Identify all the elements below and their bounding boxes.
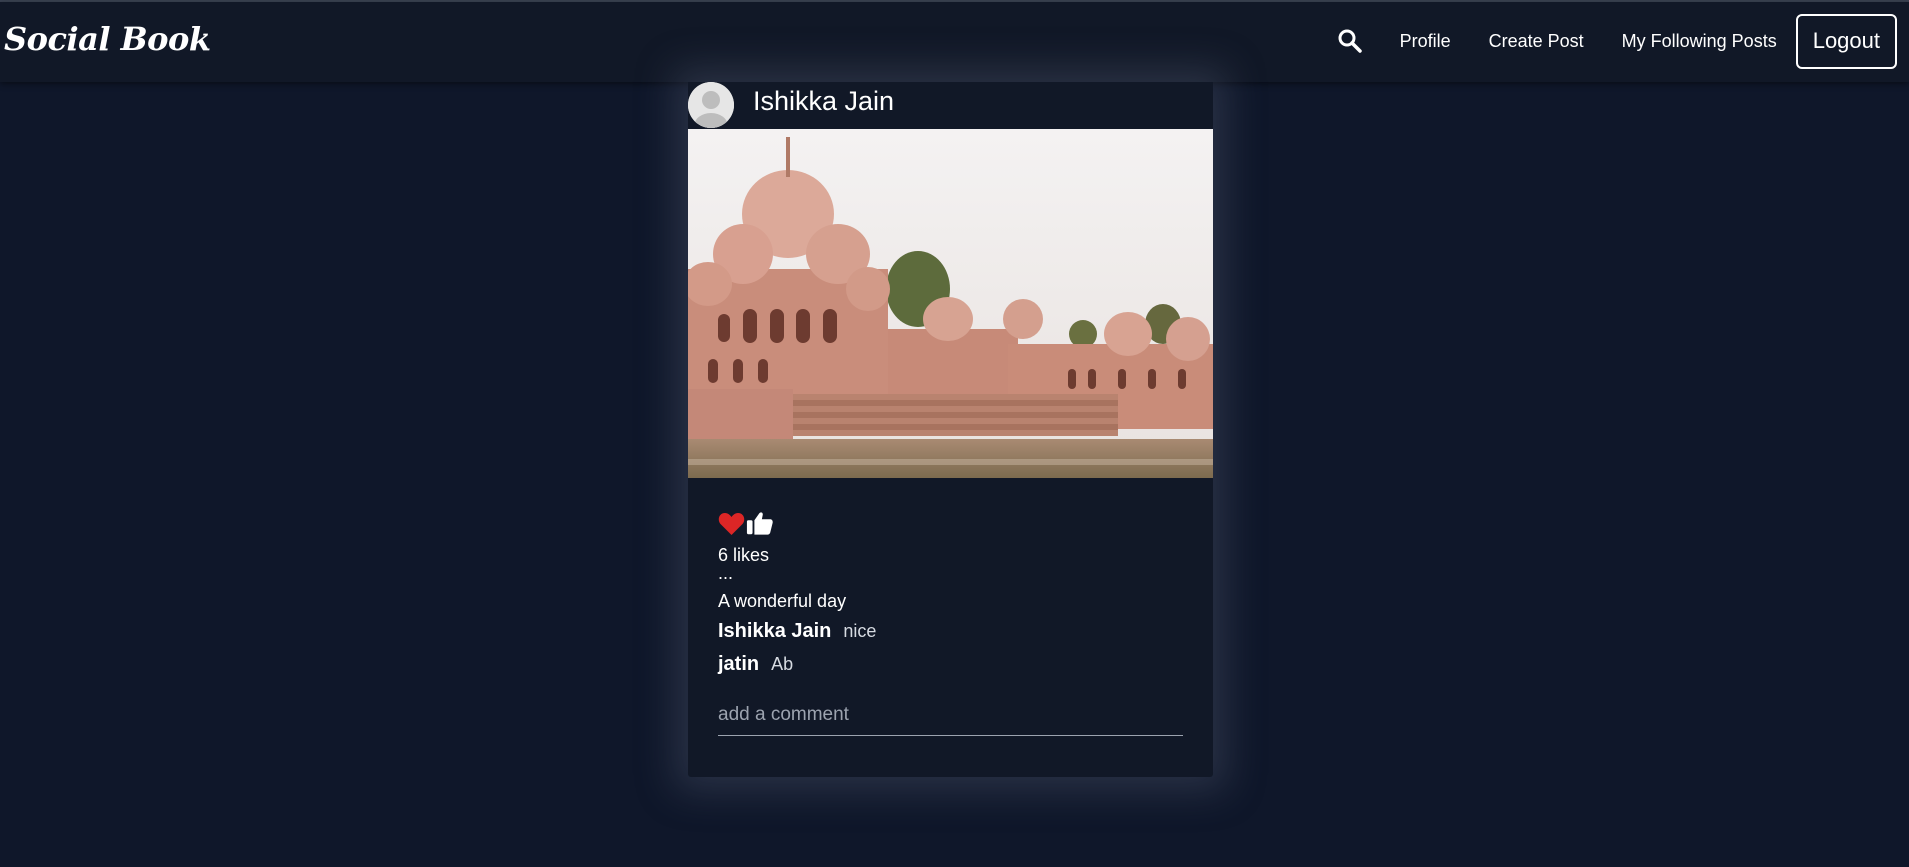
post-dots: ...: [718, 563, 734, 583]
comment-user[interactable]: Ishikka Jain: [718, 620, 831, 642]
comment-text: nice: [843, 621, 877, 641]
comment-input[interactable]: [718, 695, 1183, 736]
post-caption: A wonderful day: [718, 591, 847, 611]
thumbs-up-icon[interactable]: [746, 509, 774, 537]
default-avatar-icon[interactable]: [688, 82, 734, 128]
nav-following-posts-link[interactable]: My Following Posts: [1622, 31, 1777, 52]
search-icon[interactable]: [1335, 26, 1365, 56]
post-card: Ishikka Jain 6 likes ... A wonderful day…: [688, 82, 1213, 777]
comment-item: jatin Ab: [718, 653, 793, 676]
comment-text: Ab: [771, 654, 794, 674]
nav-profile-link[interactable]: Profile: [1400, 31, 1451, 52]
post-actions: [718, 508, 774, 538]
comment-user[interactable]: jatin: [718, 653, 759, 675]
navbar: Social Book Profile Create Post My Follo…: [0, 2, 1909, 82]
post-image: [688, 129, 1213, 478]
heart-icon[interactable]: [718, 509, 746, 537]
logout-button[interactable]: Logout: [1795, 13, 1897, 69]
brand-logo[interactable]: Social Book: [4, 20, 211, 58]
nav-create-post-link[interactable]: Create Post: [1489, 31, 1584, 52]
comment-item: Ishikka Jain nice: [718, 620, 876, 643]
post-author-name[interactable]: Ishikka Jain: [753, 86, 894, 117]
post-header: Ishikka Jain: [688, 82, 1213, 130]
nav-links: Profile Create Post My Following Posts L…: [1335, 13, 1897, 69]
